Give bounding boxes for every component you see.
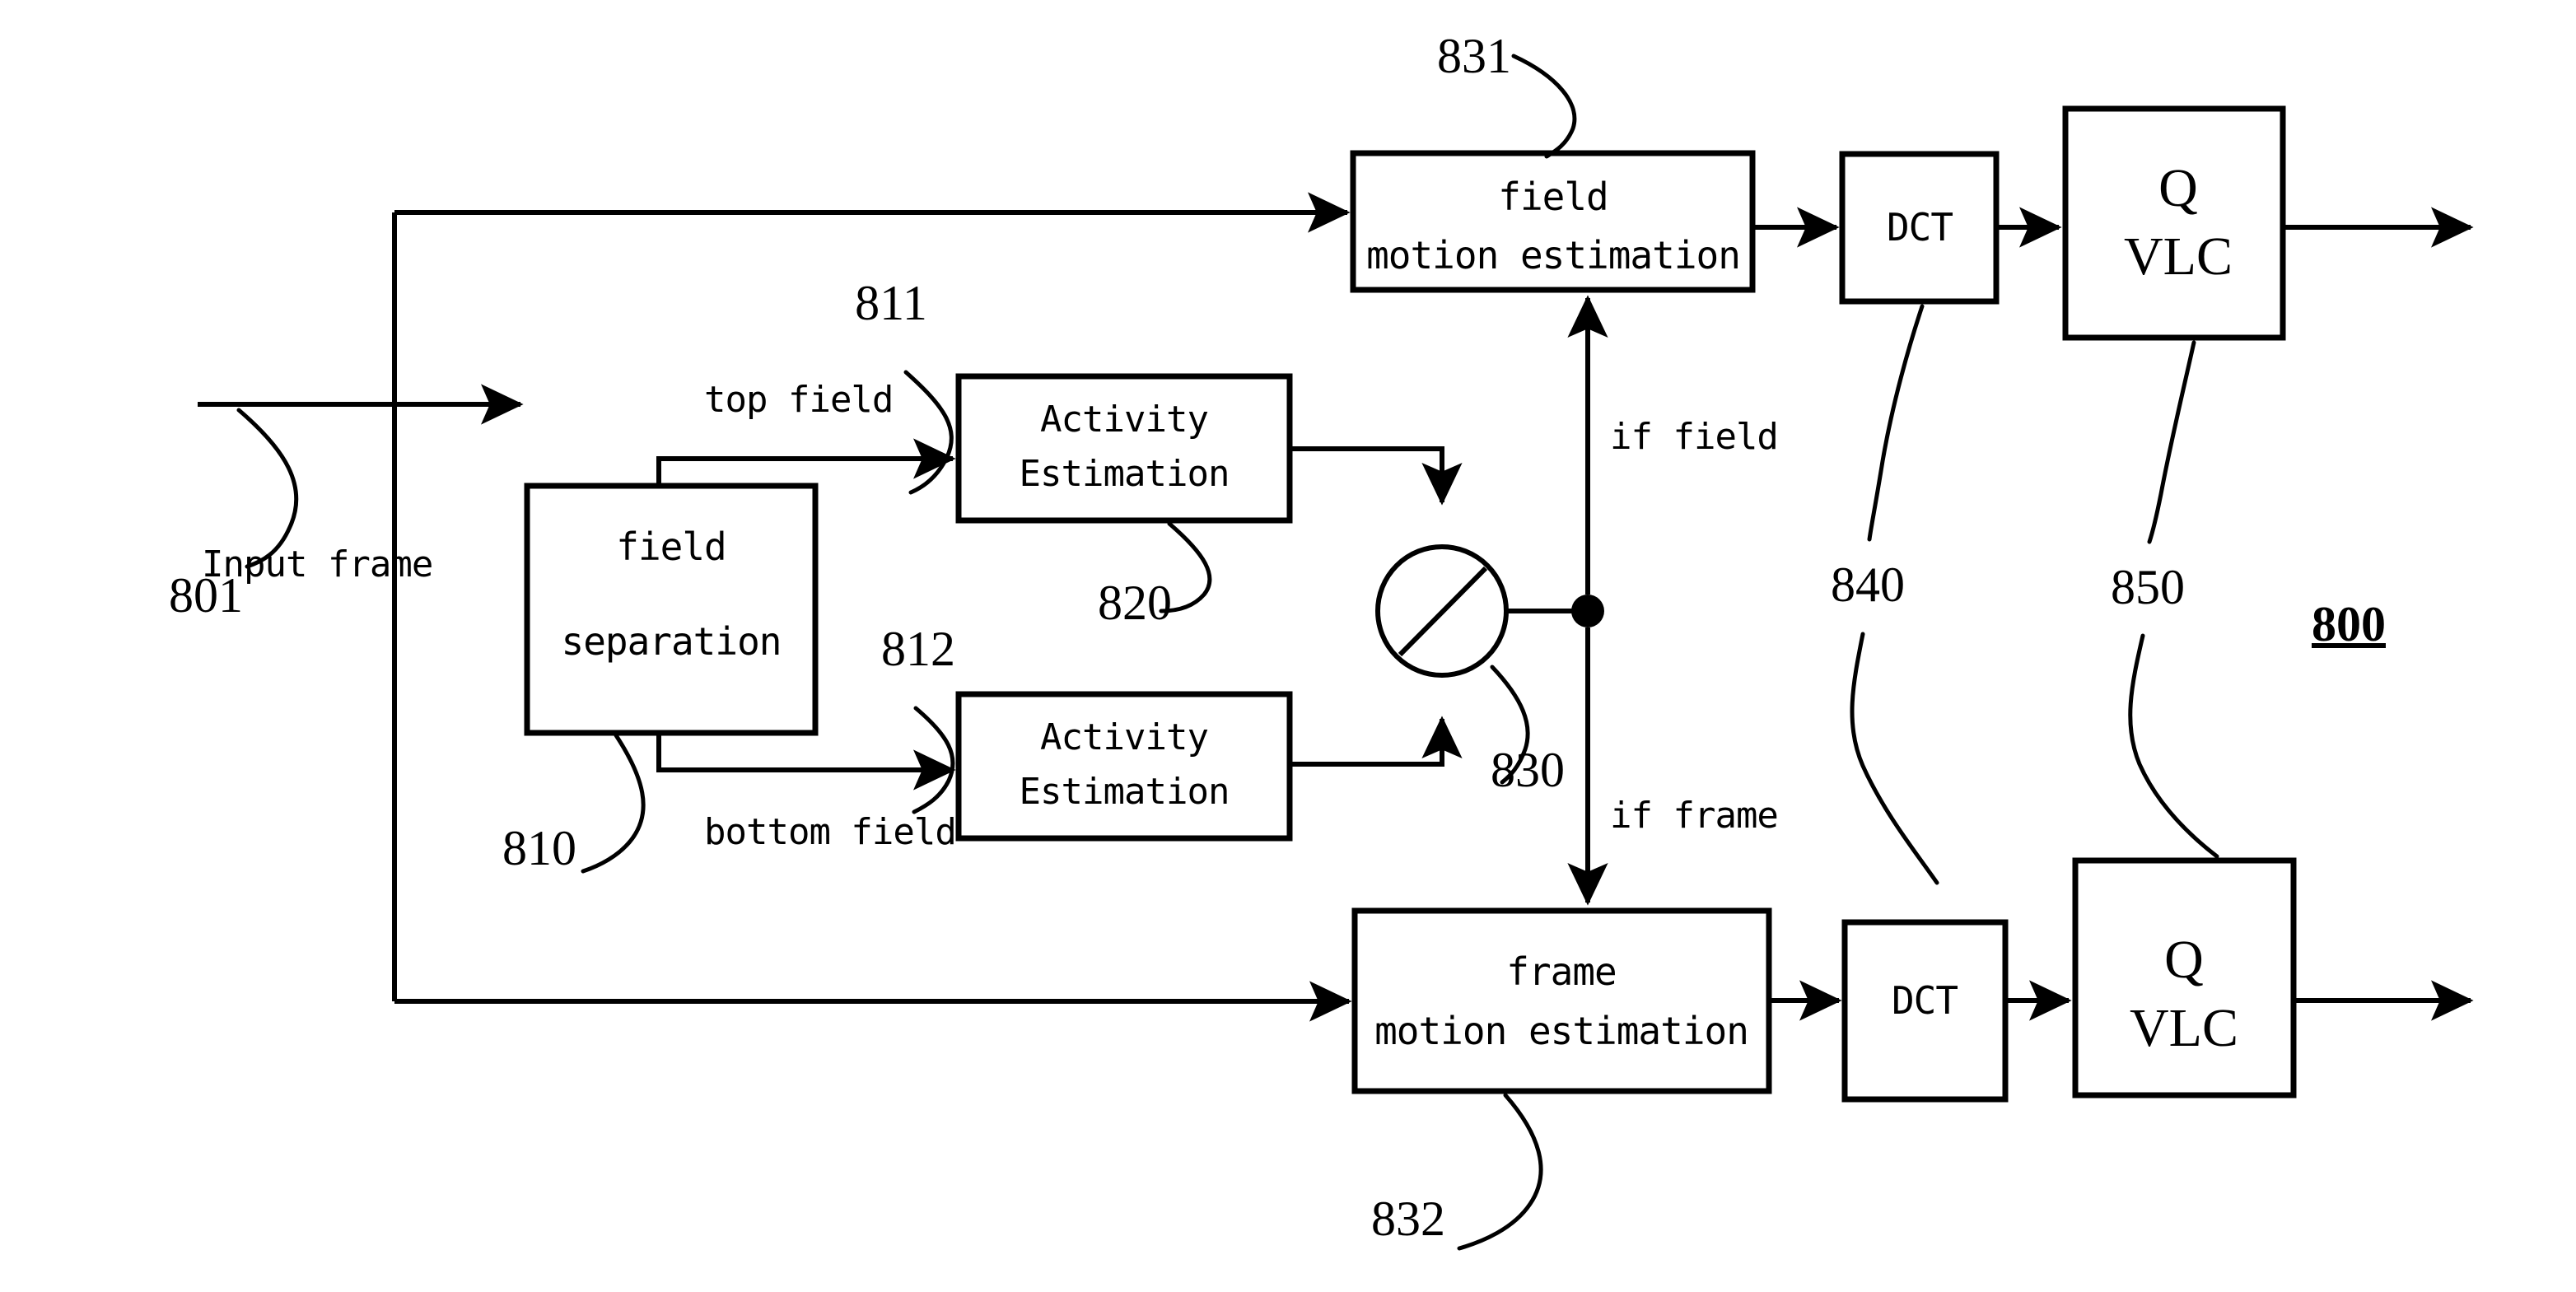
ref-832: 832 [1371,1093,1543,1251]
field-motion-estimation-line2: motion estimation [1366,233,1740,278]
ref-831: 831 [1437,29,1577,159]
wire-bottom-field [656,733,956,791]
activity-estimation-top-line1: Activity [1040,399,1208,441]
ref-820: 820 [1098,521,1212,630]
ref-810-number: 810 [502,821,576,875]
activity-estimation-bottom-line1: Activity [1040,716,1208,758]
ref-830: 830 [1490,665,1565,797]
ref-850: 850 [2111,340,2219,859]
block-activity-estimation-bottom[interactable]: Activity Estimation [955,691,1293,842]
frame-motion-estimation-line1: frame [1506,949,1616,994]
dct-top-label: DCT [1887,205,1953,250]
label-if-frame: if frame [1610,795,1778,837]
ref-801-number: 801 [169,568,243,623]
activity-estimation-bottom-line2: Estimation [1020,771,1230,813]
activity-estimation-top-line2: Estimation [1020,453,1230,495]
wire-switch-pole [1505,595,1604,627]
block-qvlc-top[interactable]: Q VLC [2062,105,2286,341]
block-activity-estimation-top[interactable]: Activity Estimation [955,373,1293,524]
field-motion-estimation-line1: field [1498,175,1608,219]
wire-activity-top-to-switch [1290,446,1463,506]
switch-830[interactable] [1375,544,1509,678]
ref-840: 840 [1831,304,1939,885]
ref-820-number: 820 [1098,576,1172,630]
ref-830-number: 830 [1491,743,1565,797]
block-diagram: field separation Activity Estimation Act… [169,29,2474,1251]
label-bottom-field: bottom field [704,811,956,853]
block-field-motion-estimation[interactable]: field motion estimation [1350,150,1756,293]
field-separation-line1: field [616,525,726,569]
block-qvlc-bottom[interactable]: Q VLC [2072,857,2297,1098]
ref-801: 801 [169,408,299,623]
wire-activity-bottom-to-switch [1290,716,1463,767]
block-frame-motion-estimation[interactable]: frame motion estimation [1351,907,1772,1094]
qvlc-bottom-line1: Q [2164,930,2204,990]
ref-831-number: 831 [1437,29,1511,83]
switch-common-node [1571,595,1604,627]
qvlc-top-line2: VLC [2124,226,2233,287]
block-field-separation[interactable]: field separation [524,483,819,736]
block-dct-bottom[interactable]: DCT [1841,919,2009,1103]
figure-number: 800 [2312,597,2386,651]
ref-832-number: 832 [1371,1192,1445,1246]
figure-canvas: field separation Activity Estimation Act… [0,0,2576,1292]
qvlc-top-line1: Q [2158,158,2198,218]
wire-top-field [656,438,956,486]
ref-812-number: 812 [881,622,955,676]
dct-bottom-label: DCT [1892,978,1958,1023]
ref-811-number: 811 [855,276,927,330]
field-separation-line2: separation [562,619,782,664]
label-top-field: top field [704,379,893,421]
figure-number-text: 800 [2312,597,2386,651]
ref-850-number: 850 [2111,560,2185,614]
ref-812: 812 [881,622,955,814]
label-if-field: if field [1610,416,1778,458]
ref-810: 810 [502,733,646,875]
block-dct-top[interactable]: DCT [1839,151,2000,305]
ref-840-number: 840 [1831,557,1905,612]
frame-motion-estimation-line2: motion estimation [1374,1009,1748,1053]
qvlc-bottom-line2: VLC [2130,998,2238,1058]
